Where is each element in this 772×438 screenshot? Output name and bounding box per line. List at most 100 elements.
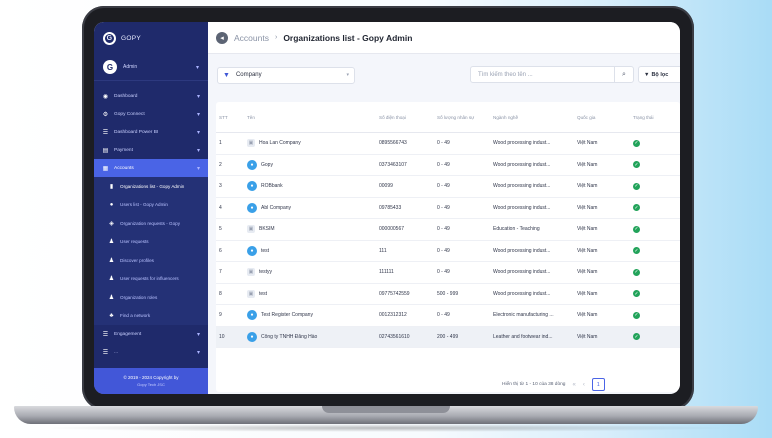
sidebar-item-users[interactable]: ♟ Organization roles [94, 288, 208, 307]
cell-name: ● test [244, 240, 376, 262]
payment-icon: ▤ [102, 147, 109, 154]
sidebar-item-settings[interactable]: ⚙ Gopy Connect ▾ [94, 105, 208, 123]
cell-name: ● Test Register Company [244, 304, 376, 327]
cell-phone: 0373463107 [376, 154, 434, 176]
filter-button[interactable]: ▼ Bộ lọc [638, 66, 680, 83]
sidebar-item-network[interactable]: ♣ Find a network [94, 307, 208, 326]
cell-country: Việt Nam [574, 326, 630, 348]
cell-staff: 0 - 49 [434, 240, 490, 262]
sidebar-item-user-request[interactable]: ♟ User requests [94, 233, 208, 252]
status-check-icon: ✓ [633, 311, 640, 319]
org-name[interactable]: Test Register Company [261, 312, 313, 318]
org-name[interactable]: ROBbank [261, 183, 283, 189]
cell-stt: 1 [216, 132, 244, 155]
user-menu[interactable]: G Admin ▾ [94, 54, 208, 81]
col-name[interactable]: Tên [244, 102, 376, 133]
org-name[interactable]: Công ty TNHH Đăng Hào [261, 334, 317, 340]
table-row[interactable]: 3 ● ROBbank 00099 0 - 49 Wood processing indu… [216, 175, 680, 198]
user-request-icon: ♟ [108, 239, 115, 246]
copyright-link[interactable]: Gopy Tech JSC [94, 382, 208, 387]
col-country[interactable]: Quốc gia [574, 102, 630, 133]
breadcrumb-parent[interactable]: Accounts [234, 33, 269, 43]
status-check-icon: ✓ [633, 268, 640, 276]
sidebar: G GOPY G Admin ▾ ◉ Dashboard ▾ ⚙ Gopy Connec… [94, 22, 208, 394]
cell-industry: Wood processing indust... [490, 197, 574, 219]
cell-industry: Wood processing indust... [490, 261, 574, 284]
cell-name: ● Gopy [244, 154, 376, 176]
cell-name: ● Công ty TNHH Đăng Hào [244, 326, 376, 348]
sidebar-item-user[interactable]: ● Users list - Gopy Admin [94, 196, 208, 215]
cell-status: ✓ [630, 304, 680, 327]
table-header-row: STT Tên Số điện thoại Số lượng nhân sự N… [216, 102, 680, 133]
cell-status: ✓ [630, 154, 680, 176]
table-row[interactable]: 9 ● Test Register Company 0012312312 0 - 49 E… [216, 304, 680, 327]
sidebar-item-dashboard[interactable]: ◉ Dashboard ▾ [94, 87, 208, 105]
sidebar-item-profile[interactable]: ♟ Discover profiles [94, 251, 208, 270]
org-name-wrapper: ● Abl Company [247, 202, 373, 213]
prev-page-icon[interactable]: ‹ [583, 382, 585, 388]
cell-status: ✓ [630, 218, 680, 241]
col-phone[interactable]: Số điện thoại [376, 102, 434, 133]
sidebar-item-user-request[interactable]: ♟ User requests for influencers [94, 270, 208, 289]
col-stt[interactable]: STT [216, 102, 244, 133]
copyright-text: © 2019 - 2024 Copyright by [123, 375, 179, 380]
network-icon: ♣ [109, 312, 114, 319]
cell-phone: 09775742559 [376, 283, 434, 305]
org-avatar-icon: ● [247, 310, 257, 321]
cell-name: ▣ testyy [244, 261, 376, 284]
sidebar-item-menu[interactable]: ☰... ▾ [94, 343, 208, 361]
col-staff[interactable]: Số lượng nhân sự [434, 102, 490, 133]
col-industry[interactable]: Ngành nghề [490, 102, 574, 133]
filter-icon: ▼ [223, 71, 230, 79]
cell-status: ✓ [630, 240, 680, 262]
sidebar-item-accounts[interactable]: ▦ Accounts ▾ [94, 159, 208, 177]
org-name[interactable]: Hoa Lan Company [259, 140, 301, 146]
status-check-icon: ✓ [633, 161, 640, 169]
cell-phone: 111 [376, 240, 434, 262]
org-name-wrapper: ● Test Register Company [247, 310, 373, 321]
brand[interactable]: G GOPY [94, 22, 208, 54]
sidebar-item-org-request[interactable]: ◈ Organization requests - Gopy [94, 214, 208, 233]
org-name[interactable]: Abl Company [261, 205, 291, 211]
org-name[interactable]: test [259, 291, 267, 297]
org-name[interactable]: test [261, 248, 269, 254]
sidebar-item-payment[interactable]: ▤ Payment ▾ [94, 141, 208, 159]
status-check-icon: ✓ [633, 290, 640, 298]
first-page-icon[interactable]: « [572, 382, 575, 388]
back-icon[interactable]: ◂ [216, 31, 228, 44]
org-name-wrapper: ● ROBbank [247, 181, 373, 192]
table-row[interactable]: 10 ● Công ty TNHH Đăng Hào 02743561610 200 -… [216, 326, 680, 348]
col-status[interactable]: Trạng thái [630, 102, 680, 133]
users-icon: ♟ [108, 294, 115, 301]
page-number[interactable]: 1 [591, 378, 605, 391]
table-row[interactable]: 7 ▣ testyy 111111 0 - 49 Wood processing indu… [216, 261, 680, 284]
org-name-wrapper: ● test [247, 245, 373, 256]
org-name[interactable]: BKSIM [259, 226, 275, 232]
table-row[interactable]: 8 ▣ test 09775742559 500 - 999 Wood processin… [216, 283, 680, 305]
cell-phone: 09785433 [376, 197, 434, 219]
search-icon[interactable]: ⌕ [614, 67, 633, 82]
avatar: G [103, 60, 117, 74]
sidebar-item-label: User requests for influencers [120, 276, 179, 282]
sidebar-menu: ◉ Dashboard ▾ ⚙ Gopy Connect ▾ ☰ Dashboard Powe… [94, 81, 208, 361]
sidebar-item-dashboard-list[interactable]: ☰ Dashboard Power BI ▾ [94, 123, 208, 141]
org-name[interactable]: Gopy [261, 162, 273, 168]
table-row[interactable]: 5 ▣ BKSIM 000000567 0 - 49 Education - Teachi… [216, 218, 680, 241]
table-row[interactable]: 2 ● Gopy 0373463107 0 - 49 Wood processing in… [216, 154, 680, 176]
table-row[interactable]: 1 ▣ Hoa Lan Company 0895566743 0 - 49 Wood pr… [216, 132, 680, 155]
table-row[interactable]: 6 ● test 111 0 - 49 Wood processing indust...… [216, 240, 680, 262]
sidebar-item-building[interactable]: ▮ Organizations list - Gopy Admin [94, 177, 208, 196]
table-row[interactable]: 4 ● Abl Company 09785433 0 - 49 Wood processi… [216, 197, 680, 219]
menu-icon: ☰ [102, 349, 109, 356]
pagination: Hiển thị từ 1 - 10 của 38 dòng « ‹ 1 [502, 378, 605, 391]
cell-country: Việt Nam [574, 175, 630, 198]
search-placeholder: Tìm kiếm theo tên ... [478, 71, 533, 78]
type-select[interactable]: ▼ Company ▾ [217, 66, 355, 84]
sidebar-item-label: Accounts [114, 165, 134, 171]
cell-stt: 2 [216, 154, 244, 176]
search-input[interactable]: Tìm kiếm theo tên ... ⌕ [470, 66, 634, 83]
org-name[interactable]: testyy [259, 269, 272, 275]
sidebar-item-engagement[interactable]: ☰ Engagement ▾ [94, 325, 208, 343]
cell-country: Việt Nam [574, 132, 630, 155]
cell-phone: 0012312312 [376, 304, 434, 327]
